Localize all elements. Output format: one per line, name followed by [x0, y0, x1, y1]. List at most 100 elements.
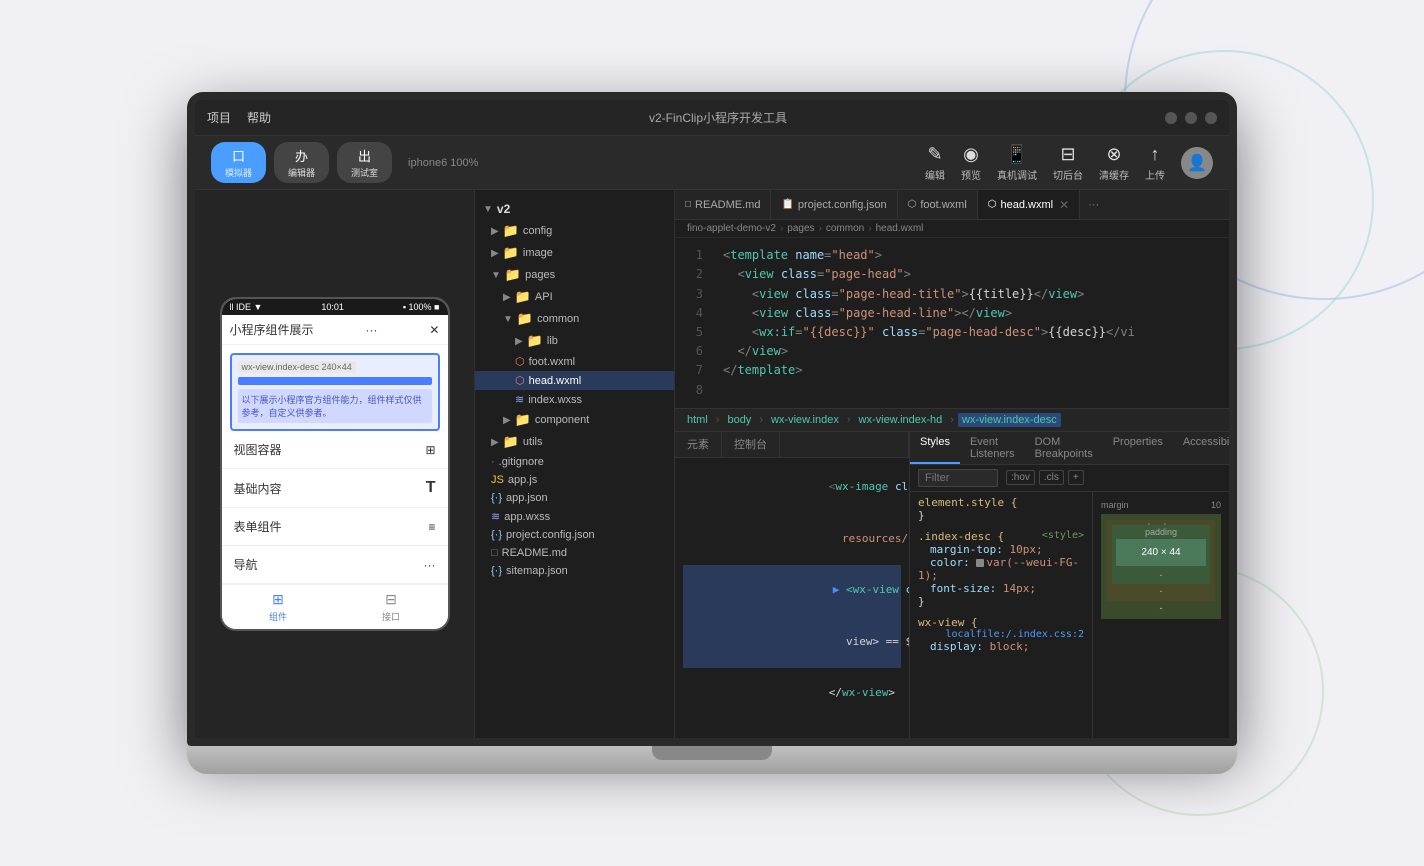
breadcrumb-root: fino-applet-demo-v2 — [687, 223, 776, 234]
filter-add-btn[interactable]: + — [1068, 470, 1084, 485]
dt-tab-console[interactable]: 控制台 — [722, 432, 780, 457]
tree-arrow-api: ▶ — [503, 292, 511, 303]
st-tab-styles[interactable]: Styles — [910, 432, 960, 464]
list-item-basic-content[interactable]: 基础内容 T — [222, 469, 448, 508]
tool-preview[interactable]: ◉ 预览 — [961, 144, 981, 182]
status-right: ▪ 100% ■ — [403, 302, 440, 312]
list-item-view-container[interactable]: 视图容器 ⊞ — [222, 431, 448, 469]
menu-item-project[interactable]: 项目 — [207, 109, 231, 126]
tool-upload[interactable]: ↑ 上传 — [1145, 144, 1165, 182]
tab-more-button[interactable]: ··· — [1080, 199, 1107, 211]
css-rule-element-style: element.style { } — [918, 496, 1084, 522]
code-line-6: </view> — [715, 342, 1229, 361]
tree-item-utils[interactable]: ▶ 📁 utils — [475, 431, 674, 453]
tab-readme[interactable]: □ README.md — [675, 190, 771, 219]
filter-hover-btn[interactable]: :hov — [1006, 470, 1035, 485]
folder-icon-image: 📁 — [503, 245, 519, 261]
maximize-button[interactable] — [1185, 112, 1197, 124]
test-button[interactable]: 出 测试室 — [337, 142, 392, 183]
box-model-border-bottom: - — [1112, 586, 1210, 596]
list-item-icon-3: ··· — [424, 558, 436, 572]
phone-nav-interface[interactable]: ⊟ 接口 — [335, 585, 448, 629]
ht-line-wxview-desc[interactable]: ▶ <wx-view class="index-desc">以下展示小程序官方组… — [683, 565, 901, 617]
tab-head-wxml[interactable]: ⬡ head.wxml ✕ — [978, 190, 1080, 219]
tree-label-index-wxss: index.wxss — [528, 394, 582, 406]
minimize-button[interactable] — [1165, 112, 1177, 124]
tree-item-index-wxss[interactable]: ≋ index.wxss — [475, 390, 674, 409]
file-icon-app-js: JS — [491, 474, 504, 486]
tab-project-config-icon: 📋 — [781, 199, 793, 210]
tool-device-debug[interactable]: 📱 真机调试 — [997, 144, 1037, 182]
file-icon-foot-wxml: ⬡ — [515, 355, 525, 368]
list-item-form[interactable]: 表单组件 ≡ — [222, 508, 448, 546]
tree-item-pages[interactable]: ▼ 📁 pages — [475, 264, 674, 286]
tree-item-app-js[interactable]: JS app.js — [475, 471, 674, 489]
tree-item-readme[interactable]: □ README.md — [475, 544, 674, 562]
tree-item-app-json[interactable]: {·} app.json — [475, 489, 674, 507]
status-time: 10:01 — [321, 302, 344, 312]
toolbar-tools: ✎ 编辑 ◉ 预览 📱 真机调试 ⊟ 切后台 — [925, 144, 1213, 182]
el-tab-wx-view-index-desc[interactable]: wx-view.index-desc — [958, 413, 1061, 427]
user-avatar[interactable]: 👤 — [1181, 147, 1213, 179]
tab-project-config[interactable]: 📋 project.config.json — [771, 190, 897, 219]
tool-clear-cache[interactable]: ⊗ 清缓存 — [1099, 144, 1129, 182]
phone-app-title: 小程序组件展示 — [230, 321, 314, 338]
css-rule-index-desc: .index-desc { <style> margin-top: 10px; … — [918, 530, 1084, 608]
window-controls — [1165, 112, 1217, 124]
el-tab-wx-view-index-hd[interactable]: wx-view.index-hd — [855, 413, 947, 427]
dt-tab-elements[interactable]: 元素 — [675, 432, 722, 457]
styles-content: element.style { } .index-desc { <style> — [910, 492, 1092, 738]
editor-button[interactable]: 办 编辑器 — [274, 142, 329, 183]
styles-filter-input[interactable] — [918, 469, 998, 487]
tree-item-gitignore[interactable]: · .gitignore — [475, 453, 674, 471]
devtools-left: 元素 控制台 <wx-image class="index-logo" src=… — [675, 432, 909, 738]
phone-menu-icon[interactable]: ··· — [365, 323, 377, 337]
code-view[interactable]: 1 2 3 4 5 6 7 8 <template name="head"> — [675, 238, 1229, 408]
breadcrumb-sep-2: › — [868, 223, 871, 234]
st-tab-dom-breakpoints[interactable]: DOM Breakpoints — [1025, 432, 1103, 464]
tree-arrow-config: ▶ — [491, 226, 499, 237]
tree-item-sitemap[interactable]: {·} sitemap.json — [475, 562, 674, 580]
tree-item-config[interactable]: ▶ 📁 config — [475, 220, 674, 242]
st-tab-accessibility[interactable]: Accessibility — [1173, 432, 1229, 464]
filter-cls-btn[interactable]: .cls — [1039, 470, 1064, 485]
editor-label: 编辑器 — [288, 166, 315, 179]
el-tab-html[interactable]: html — [683, 413, 712, 427]
tree-item-foot-wxml[interactable]: ⬡ foot.wxml — [475, 352, 674, 371]
menu-item-help[interactable]: 帮助 — [247, 109, 271, 126]
css-prop-color: color: var(--weui-FG-1); — [918, 556, 1079, 582]
toolbar: 口 模拟器 办 编辑器 出 测试室 iphone6 100% — [195, 136, 1229, 190]
tree-item-api[interactable]: ▶ 📁 API — [475, 286, 674, 308]
tree-item-common[interactable]: ▼ 📁 common — [475, 308, 674, 330]
filter-buttons: :hov .cls + — [1006, 470, 1084, 485]
phone-close-icon[interactable]: ✕ — [429, 323, 439, 337]
tree-label-component: component — [535, 414, 589, 426]
dt-tab-placeholder — [780, 432, 909, 457]
css-rule-1-selector: element.style { — [918, 496, 1017, 509]
list-item-nav[interactable]: 导航 ··· — [222, 546, 448, 584]
code-area: 1 2 3 4 5 6 7 8 <template name="head"> — [675, 238, 1229, 738]
tree-item-project-config[interactable]: {·} project.config.json — [475, 526, 674, 544]
folder-icon-common: 📁 — [517, 311, 533, 327]
tool-background[interactable]: ⊟ 切后台 — [1053, 144, 1083, 182]
simulator-button[interactable]: 口 模拟器 — [211, 142, 266, 183]
tool-edit[interactable]: ✎ 编辑 — [925, 144, 945, 182]
st-tab-properties[interactable]: Properties — [1103, 432, 1173, 464]
tree-label-head-wxml: head.wxml — [529, 375, 582, 387]
el-tab-body[interactable]: body — [723, 413, 755, 427]
tree-item-image[interactable]: ▶ 📁 image — [475, 242, 674, 264]
tree-item-lib[interactable]: ▶ 📁 lib — [475, 330, 674, 352]
close-button[interactable] — [1205, 112, 1217, 124]
tree-item-component[interactable]: ▶ 📁 component — [475, 409, 674, 431]
breadcrumb-sep-1: › — [819, 223, 822, 234]
tree-item-app-wxss[interactable]: ≋ app.wxss — [475, 507, 674, 526]
code-line-2: <view class="page-head"> — [715, 265, 1229, 284]
tree-item-head-wxml[interactable]: ⬡ head.wxml — [475, 371, 674, 390]
st-tab-event-listeners[interactable]: Event Listeners — [960, 432, 1025, 464]
tab-foot-wxml[interactable]: ⬡ foot.wxml — [898, 190, 978, 219]
tab-close-icon[interactable]: ✕ — [1059, 198, 1069, 212]
tree-arrow-utils: ▶ — [491, 437, 499, 448]
el-tab-wx-view-index[interactable]: wx-view.index — [767, 413, 843, 427]
phone-nav-component[interactable]: ⊞ 组件 — [222, 585, 335, 629]
devtools-panel: html › body › wx-view.index › wx-view.in… — [675, 408, 1229, 738]
